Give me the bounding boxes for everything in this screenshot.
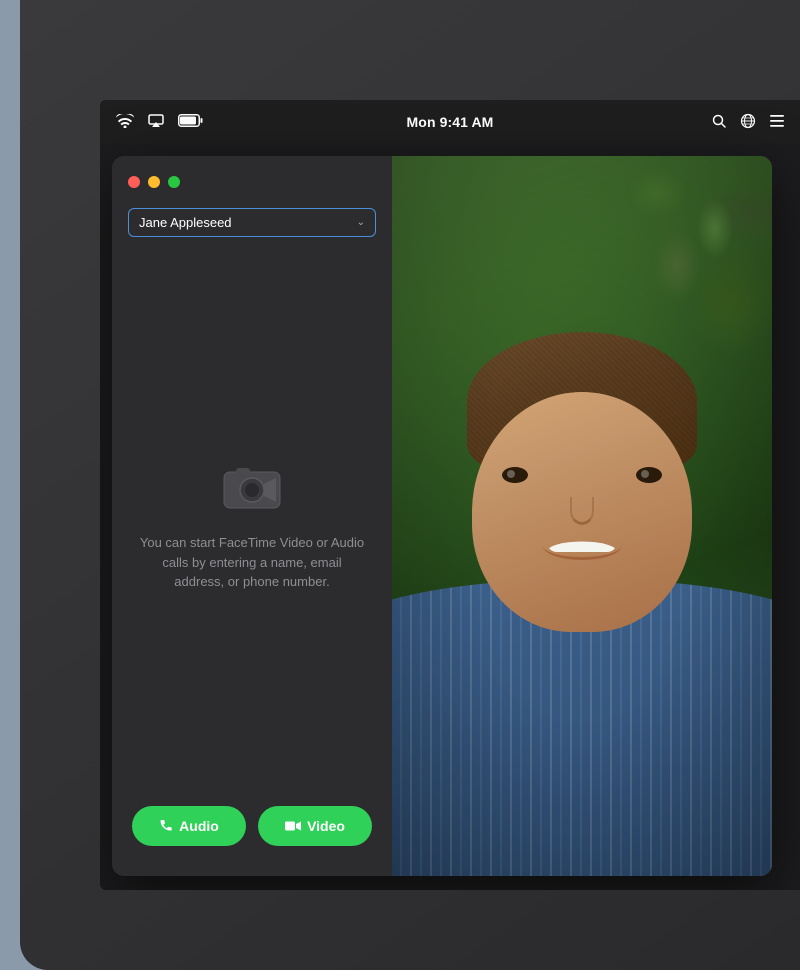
person-photo <box>392 156 772 876</box>
empty-state: You can start FaceTime Video or Audio ca… <box>112 253 392 876</box>
head <box>452 332 712 622</box>
menu-bar: Mon 9:41 AM <box>100 100 800 144</box>
empty-state-text: You can start FaceTime Video or Audio ca… <box>136 533 368 592</box>
battery-icon <box>178 114 203 130</box>
menu-bar-left <box>116 114 203 131</box>
audio-call-button[interactable]: Audio <box>132 806 246 846</box>
photo-area <box>392 156 772 876</box>
smile <box>542 530 622 560</box>
wifi-icon <box>116 114 134 131</box>
call-buttons: Audio Video <box>112 806 392 846</box>
account-name: Jane Appleseed <box>139 215 232 230</box>
audio-button-label: Audio <box>179 818 219 834</box>
airplay-icon <box>148 114 164 131</box>
left-eye <box>502 467 528 483</box>
nose <box>570 497 594 525</box>
close-button[interactable] <box>128 176 140 188</box>
video-button-label: Video <box>307 818 345 834</box>
right-eye <box>636 467 662 483</box>
minimize-button[interactable] <box>148 176 160 188</box>
chevron-down-icon: ⌄ <box>357 217 365 228</box>
app-window: Jane Appleseed ⌄ <box>112 156 772 876</box>
maximize-button[interactable] <box>168 176 180 188</box>
menu-bar-right <box>712 113 784 132</box>
system-menu-icon[interactable] <box>770 114 784 130</box>
screen: Mon 9:41 AM <box>100 100 800 890</box>
camera-icon <box>217 457 287 517</box>
eyes <box>502 467 662 483</box>
siri-icon[interactable] <box>740 113 756 132</box>
macbook-bezel: Mon 9:41 AM <box>20 0 800 970</box>
sidebar: Jane Appleseed ⌄ <box>112 156 392 876</box>
title-bar <box>112 156 392 208</box>
account-selector[interactable]: Jane Appleseed ⌄ <box>128 208 376 237</box>
video-call-button[interactable]: Video <box>258 806 372 846</box>
search-icon[interactable] <box>712 114 726 131</box>
person-body <box>392 320 772 876</box>
menu-bar-time: Mon 9:41 AM <box>407 114 494 130</box>
